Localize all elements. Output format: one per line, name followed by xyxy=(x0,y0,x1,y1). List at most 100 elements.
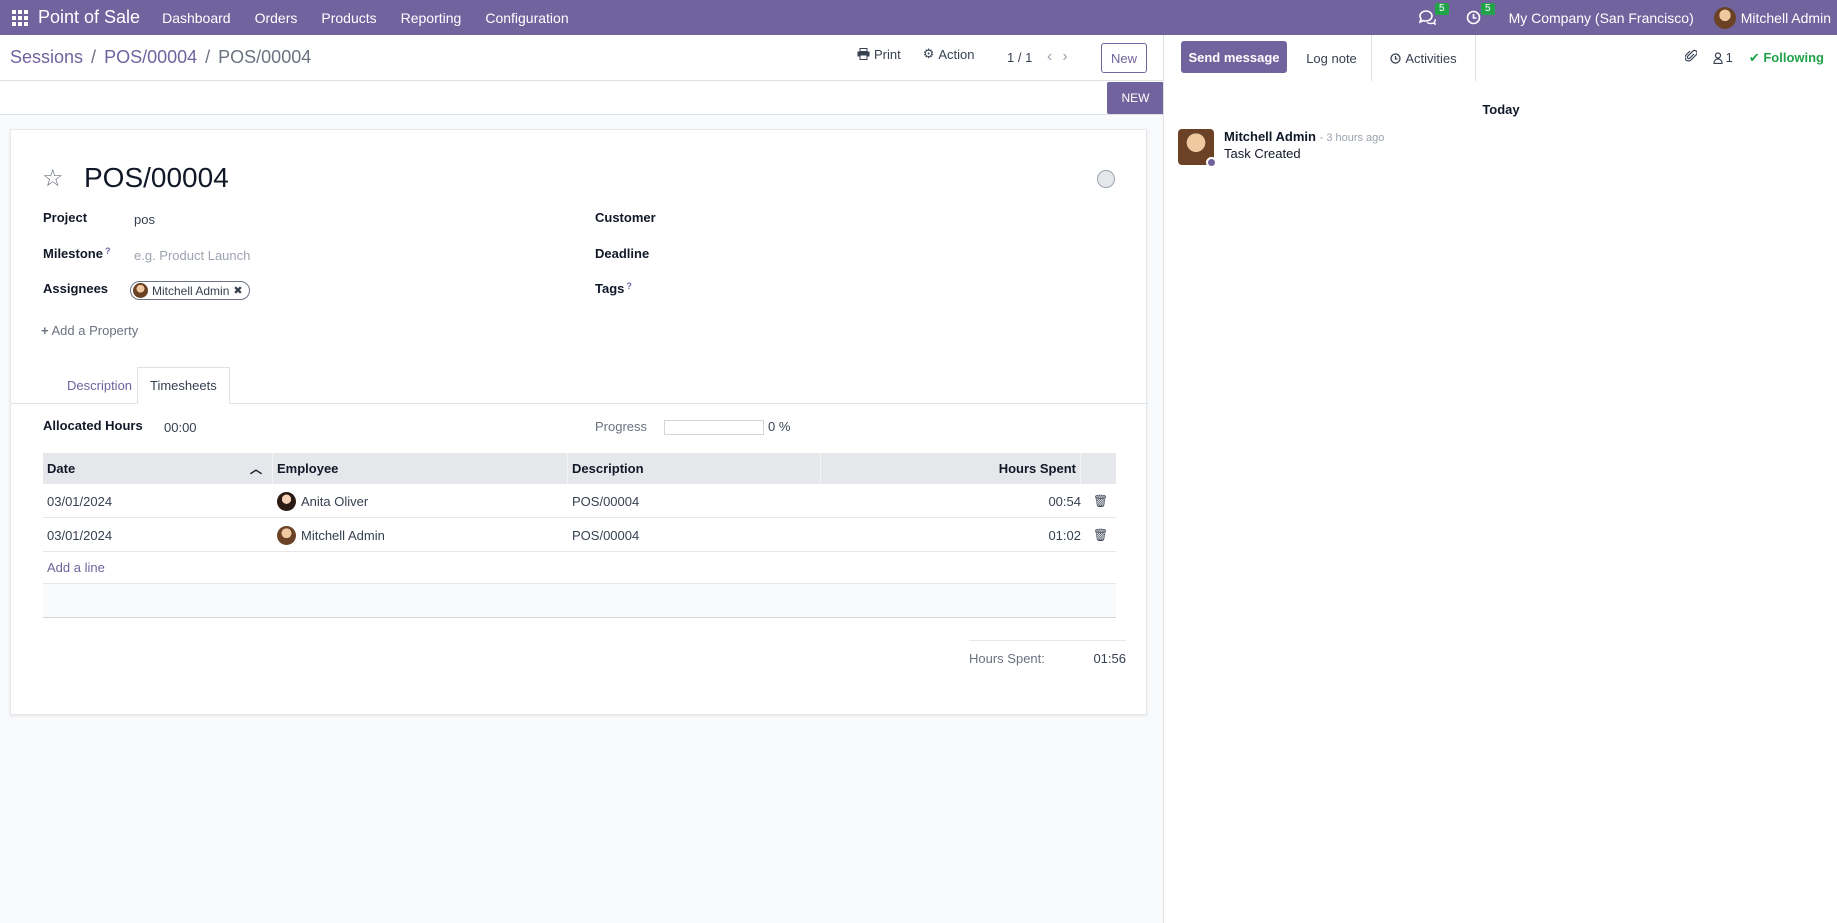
row-hours: 00:54 xyxy=(1048,493,1081,509)
followers-button[interactable]: 1 xyxy=(1712,50,1733,65)
pager-next-icon[interactable]: › xyxy=(1062,48,1067,66)
project-field[interactable]: pos xyxy=(134,212,155,227)
app-name[interactable]: Point of Sale xyxy=(38,7,140,28)
column-description[interactable]: Description xyxy=(568,453,821,484)
message-author[interactable]: Mitchell Admin xyxy=(1224,129,1316,144)
table-row[interactable]: 03/01/2024 Anita Oliver POS/00004 00:54 … xyxy=(43,484,1116,518)
action-label: Action xyxy=(938,46,975,62)
stage-new-button[interactable]: NEW xyxy=(1107,82,1164,114)
chatter-topbar: Send message Log note Activities 1 ✔ Fol… xyxy=(1164,35,1837,81)
activities-button[interactable]: Activities xyxy=(1372,35,1476,81)
row-date: 03/01/2024 xyxy=(47,527,113,543)
assignee-avatar xyxy=(133,283,148,298)
user-icon xyxy=(1712,51,1723,64)
followers-count: 1 xyxy=(1725,50,1733,65)
milestone-field[interactable]: e.g. Product Launch xyxy=(134,248,250,263)
allocated-hours-field[interactable]: 00:00 xyxy=(164,420,197,435)
clock-icon xyxy=(1390,52,1401,64)
hours-total-value: 01:56 xyxy=(1093,651,1126,666)
online-status-icon xyxy=(1206,157,1217,168)
star-icon[interactable]: ☆ xyxy=(42,164,64,193)
menu-reporting[interactable]: Reporting xyxy=(401,10,462,26)
progress-bar xyxy=(664,420,764,435)
control-panel: Sessions / POS/00004 / POS/00004 Print ⚙… xyxy=(0,35,1163,81)
state-indicator[interactable] xyxy=(1097,170,1115,188)
message-time: - 3 hours ago xyxy=(1319,132,1385,144)
task-title[interactable]: POS/00004 xyxy=(84,162,229,194)
trash-icon[interactable]: 🗑 xyxy=(1093,484,1108,518)
pager-previous-icon[interactable]: ‹ xyxy=(1047,48,1052,66)
gear-icon: ⚙ xyxy=(922,46,935,61)
tags-help-icon[interactable]: ? xyxy=(626,281,632,291)
trash-icon[interactable]: 🗑 xyxy=(1093,518,1108,552)
menu-configuration[interactable]: Configuration xyxy=(485,10,568,26)
print-button[interactable]: Print xyxy=(857,47,901,62)
status-bar: NEW xyxy=(0,81,1164,115)
assignee-tag[interactable]: Mitchell Admin ✖ xyxy=(130,281,250,300)
user-avatar xyxy=(1713,6,1736,29)
row-description: POS/00004 xyxy=(572,493,640,509)
row-date: 03/01/2024 xyxy=(47,493,113,509)
remove-tag-icon[interactable]: ✖ xyxy=(233,284,242,297)
notebook-tabs: Description Timesheets xyxy=(11,367,1148,404)
column-employee[interactable]: Employee xyxy=(273,453,568,484)
plus-icon: + xyxy=(41,323,49,338)
allocated-hours-label: Allocated Hours xyxy=(43,418,143,433)
menu-dashboard[interactable]: Dashboard xyxy=(162,10,231,26)
add-line-link[interactable]: Add a line xyxy=(43,552,1116,584)
paperclip-icon[interactable] xyxy=(1683,49,1698,66)
company-switcher[interactable]: My Company (San Francisco) xyxy=(1509,10,1694,26)
activities-clock-icon[interactable]: 5 xyxy=(1463,2,1495,29)
breadcrumb-sessions[interactable]: Sessions xyxy=(10,47,83,68)
top-navbar: Point of Sale Dashboard Orders Products … xyxy=(0,0,1837,35)
chatter-panel: Send message Log note Activities 1 ✔ Fol… xyxy=(1163,35,1837,923)
log-note-button[interactable]: Log note xyxy=(1292,35,1372,81)
row-employee: Mitchell Admin xyxy=(277,518,385,552)
progress-label: Progress xyxy=(595,419,648,434)
chatter-message: Mitchell Admin - 3 hours ago Task Create… xyxy=(1178,129,1385,168)
row-hours: 01:02 xyxy=(1048,527,1081,543)
add-property-button[interactable]: + Add a Property xyxy=(41,323,138,338)
breadcrumb-current: POS/00004 xyxy=(218,47,312,67)
form-sheet: ☆ POS/00004 Project pos Milestone? e.g. … xyxy=(10,129,1148,715)
pager-value[interactable]: 1 / 1 xyxy=(1007,50,1032,65)
assignee-name: Mitchell Admin xyxy=(152,283,230,298)
user-name: Mitchell Admin xyxy=(1740,9,1831,26)
hours-total: Hours Spent: 01:56 xyxy=(969,640,1126,666)
menu-orders[interactable]: Orders xyxy=(255,10,298,26)
milestone-help-icon[interactable]: ? xyxy=(105,246,111,256)
message-body: Task Created xyxy=(1224,146,1301,161)
tab-timesheets[interactable]: Timesheets xyxy=(137,367,230,404)
action-button[interactable]: ⚙ Action xyxy=(923,46,975,62)
column-date[interactable]: Date ︿ xyxy=(43,453,273,484)
table-row[interactable]: 03/01/2024 Mitchell Admin POS/00004 01:0… xyxy=(43,518,1116,552)
deadline-label: Deadline xyxy=(595,246,650,261)
user-menu[interactable]: Mitchell Admin xyxy=(1713,6,1831,29)
following-label: Following xyxy=(1763,49,1824,65)
sort-ascending-icon: ︿ xyxy=(249,462,262,476)
date-separator: Today xyxy=(1482,102,1520,117)
row-description: POS/00004 xyxy=(572,527,640,543)
messages-icon[interactable]: 5 xyxy=(1417,2,1449,29)
menu-products[interactable]: Products xyxy=(321,10,376,26)
project-label: Project xyxy=(43,210,88,225)
tab-description[interactable]: Description xyxy=(55,367,144,404)
timesheets-table: Date ︿ Employee Description Hours Spent … xyxy=(43,453,1116,618)
column-hours-spent[interactable]: Hours Spent xyxy=(821,453,1081,484)
hours-total-label: Hours Spent: xyxy=(969,651,1045,666)
progress-value: 0 % xyxy=(768,419,791,434)
milestone-label: Milestone? xyxy=(43,246,111,261)
tags-label: Tags? xyxy=(595,281,632,296)
message-author-avatar[interactable] xyxy=(1178,129,1217,168)
employee-avatar xyxy=(277,491,296,511)
new-button[interactable]: New xyxy=(1101,43,1147,73)
check-icon: ✔ xyxy=(1748,49,1760,65)
breadcrumb-session[interactable]: POS/00004 xyxy=(104,47,197,68)
following-button[interactable]: ✔ Following xyxy=(1749,50,1824,66)
breadcrumb-separator: / xyxy=(91,47,97,67)
add-property-label: Add a Property xyxy=(51,323,139,338)
row-employee: Anita Oliver xyxy=(277,484,368,518)
apps-menu-icon[interactable] xyxy=(0,0,40,35)
breadcrumb: Sessions / POS/00004 / POS/00004 xyxy=(10,47,311,68)
send-message-button[interactable]: Send message xyxy=(1181,41,1287,73)
